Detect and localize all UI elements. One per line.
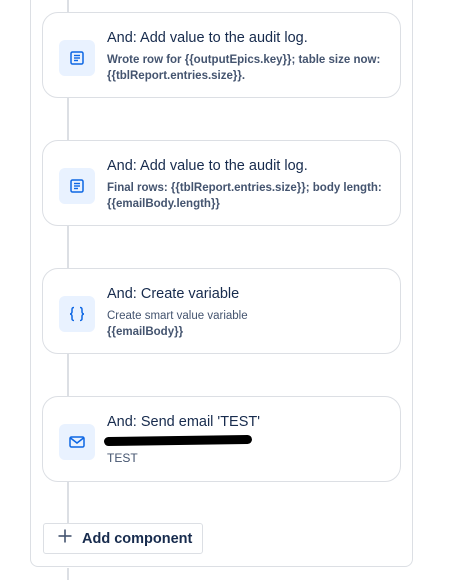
add-component-label: Add component	[82, 530, 193, 547]
step-card-send-email[interactable]: And: Send email 'TEST' TEST	[42, 396, 401, 482]
step-title: And: Send email 'TEST'	[107, 414, 261, 430]
braces-icon	[59, 296, 95, 332]
document-icon	[59, 40, 95, 76]
step-description-variable: {{emailBody}}	[107, 326, 184, 338]
mail-icon	[59, 424, 95, 460]
redaction-mark	[103, 434, 253, 447]
step-title: And: Create variable	[107, 286, 240, 302]
connector-line	[67, 0, 69, 12]
connector-line	[67, 226, 69, 268]
document-icon	[59, 168, 95, 204]
connector-line	[67, 568, 69, 580]
connector-line	[67, 98, 69, 140]
add-component-button[interactable]: Add component	[43, 523, 203, 554]
plus-icon	[58, 529, 72, 548]
step-description-line: Create smart value variable	[107, 310, 248, 322]
step-description: Final rows: {{tblReport.entries.size}}; …	[107, 182, 382, 210]
connector-line	[67, 354, 69, 396]
step-card-audit-log[interactable]: And: Add value to the audit log. Wrote r…	[42, 12, 401, 98]
step-card-audit-log[interactable]: And: Add value to the audit log. Final r…	[42, 140, 401, 226]
step-title: And: Add value to the audit log.	[107, 158, 308, 174]
step-card-create-variable[interactable]: And: Create variable Create smart value …	[42, 268, 401, 354]
connector-line	[67, 482, 69, 523]
step-description: Wrote row for {{outputEpics.key}}; table…	[107, 54, 381, 82]
step-description: Create smart value variable {{emailBody}…	[107, 308, 248, 340]
step-subtitle: TEST	[107, 451, 138, 465]
step-title: And: Add value to the audit log.	[107, 30, 308, 46]
